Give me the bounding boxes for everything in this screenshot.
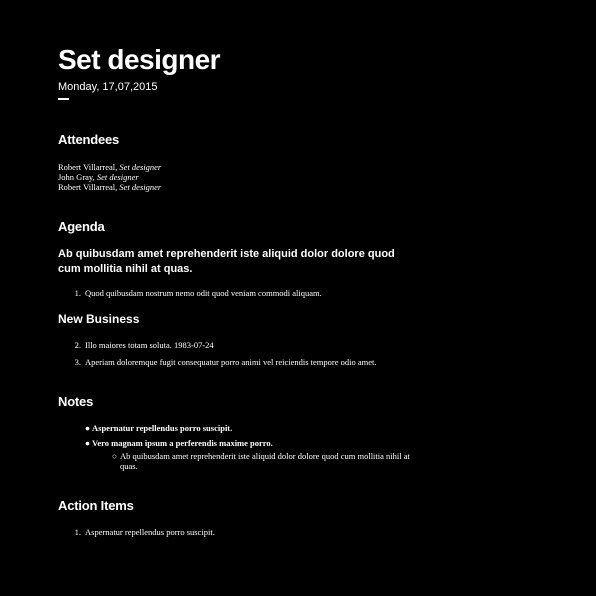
attendee-role: Set designer xyxy=(96,172,139,182)
list-item: 2. Illo maiores totam soluta. 1983-07-24 xyxy=(58,340,478,350)
attendee-role: Set designer xyxy=(119,162,162,172)
bullet-icon: ● xyxy=(84,423,90,433)
notes-list: ● Aspernatur repellendus porro suscipit.… xyxy=(58,423,478,471)
new-business-heading: New Business xyxy=(58,312,140,326)
new-business-list: 2. Illo maiores totam soluta. 1983-07-24… xyxy=(58,340,478,367)
list-item-text: Illo maiores totam soluta. 1983-07-24 xyxy=(85,340,214,350)
agenda-heading: Agenda xyxy=(58,219,105,234)
list-item-text: Aspernatur repellendus porro suscipit. xyxy=(85,527,215,537)
attendee-name: Robert Villarreal, xyxy=(58,182,120,192)
attendee-list: Robert Villarreal, Set designer John Gra… xyxy=(58,162,478,192)
list-item: ● Vero magnam ipsum a perferendis maxime… xyxy=(58,438,478,448)
page-title: Set designer xyxy=(58,44,221,75)
list-item: 3. Aperiam doloremque fugit consequatur … xyxy=(58,357,478,367)
attendee-item: Robert Villarreal, Set designer xyxy=(58,162,478,172)
hollow-bullet-icon: ○ xyxy=(111,451,117,461)
meeting-date: Monday, 17,07,2015 xyxy=(58,81,158,93)
attendee-role: Set designer xyxy=(119,182,162,192)
title-divider xyxy=(58,98,69,100)
attendees-heading: Attendees xyxy=(58,132,120,147)
list-item-number: 1. xyxy=(74,288,81,298)
list-item: 1. Quod quibusdam nostrum nemo odit quod… xyxy=(58,288,478,298)
list-item-number: 2. xyxy=(74,340,81,350)
notes-heading: Notes xyxy=(58,394,94,409)
action-items-heading: Action Items xyxy=(58,498,134,513)
list-item-text: Aperiam doloremque fugit consequatur por… xyxy=(85,357,377,367)
attendee-name: John Gray, xyxy=(58,172,97,182)
list-item: ● Aspernatur repellendus porro suscipit. xyxy=(58,423,478,433)
bullet-icon: ● xyxy=(84,438,90,448)
attendee-item: Robert Villarreal, Set designer xyxy=(58,182,478,192)
list-item-number: 1. xyxy=(74,527,81,537)
meeting-notes-document: Set designer Monday, 17,07,2015 Attendee… xyxy=(58,40,478,537)
list-item-text: Aspernatur repellendus porro suscipit. xyxy=(92,423,233,433)
agenda-intro: Ab quibusdam amet reprehenderit iste ali… xyxy=(58,248,395,275)
list-item-number: 3. xyxy=(74,357,81,367)
list-item-text: Ab quibusdam amet reprehenderit iste ali… xyxy=(120,451,410,471)
agenda-list: 1. Quod quibusdam nostrum nemo odit quod… xyxy=(58,288,478,298)
list-item-text: Vero magnam ipsum a perferendis maxime p… xyxy=(92,438,273,448)
list-item-text: Quod quibusdam nostrum nemo odit quod ve… xyxy=(85,288,322,298)
attendee-name: Robert Villarreal, xyxy=(58,162,120,172)
action-items-list: 1. Aspernatur repellendus porro suscipit… xyxy=(58,527,478,537)
attendee-item: John Gray, Set designer xyxy=(58,172,478,182)
list-item: 1. Aspernatur repellendus porro suscipit… xyxy=(58,527,478,537)
sub-list-item: ○ Ab quibusdam amet reprehenderit iste a… xyxy=(58,451,478,471)
